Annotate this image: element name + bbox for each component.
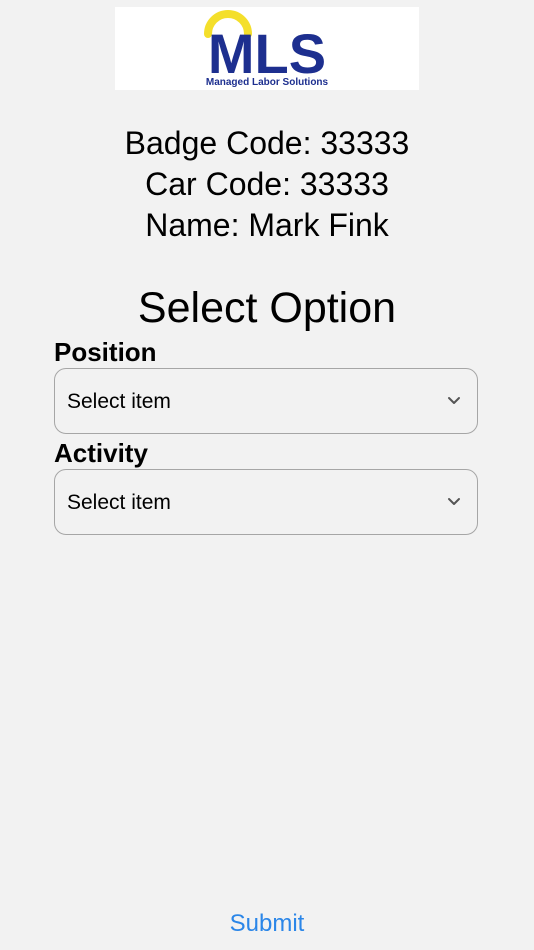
car-code-text: Car Code: 33333 bbox=[145, 166, 389, 202]
position-select[interactable]: Select item bbox=[54, 368, 478, 434]
mls-logo: MLS Managed Labor Solutions bbox=[115, 7, 419, 90]
badge-code-text: Badge Code: 33333 bbox=[124, 125, 410, 161]
logo-text: MLS bbox=[208, 22, 326, 85]
activity-select[interactable]: Select item bbox=[54, 469, 478, 535]
chevron-down-icon bbox=[448, 397, 460, 404]
activity-label: Activity bbox=[54, 438, 148, 468]
mls-logo-graphic: MLS Managed Labor Solutions bbox=[204, 10, 329, 88]
submit-button[interactable]: Submit bbox=[0, 908, 534, 940]
user-name-text: Name: Mark Fink bbox=[145, 207, 389, 243]
position-select-value: Select item bbox=[67, 390, 171, 413]
chevron-down-icon bbox=[448, 498, 460, 505]
page-title: Select Option bbox=[137, 284, 397, 332]
position-label: Position bbox=[54, 337, 157, 367]
activity-select-value: Select item bbox=[67, 491, 171, 514]
logo-tagline: Managed Labor Solutions bbox=[206, 77, 329, 88]
